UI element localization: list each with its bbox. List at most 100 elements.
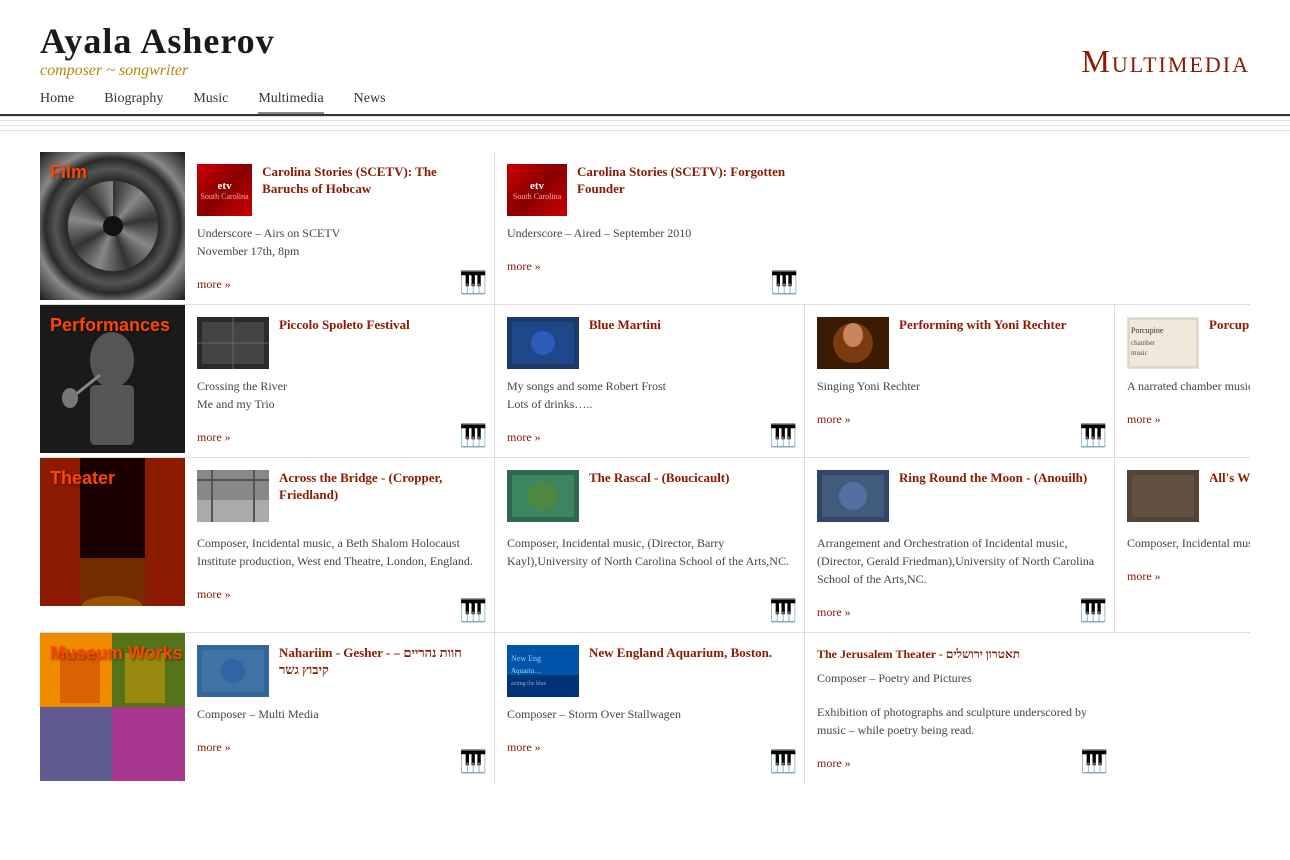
film-cards: etv South Carolina Carolina Stories (SCE… [185,152,1250,304]
card-aquarium: New Eng Aquariu… acting the blue New Eng… [495,633,805,783]
card-body2: November 17th, 8pm [197,242,482,260]
card-more-link[interactable]: more » [507,740,541,754]
card-top: etv South Carolina Carolina Stories (SCE… [507,164,793,216]
film-label: Film [40,152,185,304]
piano-icon: 🎹 [1080,423,1106,449]
svg-text:music: music [1131,349,1148,357]
performances-section: Performances Piccolo Spoleto Festival [40,305,1250,458]
card-body1: Composer, Incidental music. [1127,534,1250,552]
rascal-img [507,470,579,522]
card-title: Ring Round the Moon - (Anouilh) [899,470,1087,526]
card-more-link[interactable]: more » [197,587,231,601]
porcupine-img: Porcupine chamber music [1127,317,1199,369]
card-body1: Underscore – Aired – September 2010 [507,224,793,242]
card-top: Blue Martini [507,317,792,369]
yoni-thumbnail [817,317,889,369]
card-body1: Composer – Storm Over Stallwagen [507,705,792,723]
card-more-link[interactable]: more » [507,259,541,273]
museum-label: Museum Works [40,633,185,783]
performances-label: Performances [40,305,185,457]
card-body2: Me and my Trio [197,395,482,413]
card-top: Ring Round the Moon - (Anouilh) [817,470,1102,526]
nav-biography[interactable]: Biography [104,91,163,112]
piano-icon: 🎹 [1081,749,1107,775]
nah-img [197,645,269,697]
card-body1: A narrated chamber music chamb [1127,377,1250,395]
card-title: New England Aquarium, Boston. [589,645,772,697]
card-body1: Crossing the River [197,377,482,395]
blue-martini-thumbnail [507,317,579,369]
theater-cards: Across the Bridge - (Cropper, Friedland)… [185,458,1250,632]
blue-martini-img [507,317,579,369]
card-title: The Rascal - (Boucicault) [589,470,729,526]
card-top: Piccolo Spoleto Festival [197,317,482,369]
card-body1: Composer – Multi Media [197,705,482,723]
ring-img [817,470,889,522]
nahariim-thumbnail [197,645,269,697]
nav-home[interactable]: Home [40,91,74,112]
svg-text:Porcupine: Porcupine [1131,326,1164,335]
piano-icon: 🎹 [770,749,796,775]
card-jerusalem: The Jerusalem Theater - תאטרון ירושלים C… [805,633,1115,783]
aquarium-thumbnail: New Eng Aquariu… acting the blue [507,645,579,697]
piano-icon: 🎹 [460,598,486,624]
card-top: etv South Carolina Carolina Stories (SCE… [197,164,482,216]
alls-well-thumbnail [1127,470,1199,526]
card-blue-martini: Blue Martini My songs and some Robert Fr… [495,305,805,457]
card-body1: Arrangement and Orchestration of Inciden… [817,534,1102,588]
piano-icon: 🎹 [460,749,486,775]
card-title-inline: The Jerusalem Theater - תאטרון ירושלים [817,645,1103,663]
card-more-link[interactable]: more » [817,605,851,619]
card-title: Across the Bridge - (Cropper, Friedland) [279,470,482,526]
aqua-img: New Eng Aquariu… acting the blue [507,645,579,697]
card-more-link[interactable]: more » [1127,569,1161,583]
card-across-bridge: Across the Bridge - (Cropper, Friedland)… [185,458,495,632]
nav-news[interactable]: News [354,91,386,112]
yoni-img [817,317,889,369]
card-more-link[interactable]: more » [197,277,231,291]
museum-cards: Nahariim - Gesher - חוות נהריים – קיבוץ … [185,633,1250,783]
site-subtitle: composer ~ songwriter [40,62,275,80]
site-branding: Ayala Asherov composer ~ songwriter [40,20,275,80]
card-body1: My songs and some Robert Frost [507,377,792,395]
theater-label: Theater [40,458,185,632]
card-title: Carolina Stories (SCETV): Forgotten Foun… [577,164,793,216]
etv-thumbnail: etv South Carolina [197,164,252,216]
card-carolina-forgotten: etv South Carolina Carolina Stories (SCE… [495,152,805,304]
site-title: Ayala Asherov [40,20,275,62]
card-more-link[interactable]: more » [1127,412,1161,426]
card-rascal: The Rascal - (Boucicault) Composer, Inci… [495,458,805,632]
card-top: Nahariim - Gesher - חוות נהריים – קיבוץ … [197,645,482,697]
piano-icon: 🎹 [1080,598,1106,624]
nav-multimedia[interactable]: Multimedia [258,91,323,114]
card-yoni: Performing with Yoni Rechter Singing Yon… [805,305,1115,457]
svg-text:New Eng: New Eng [511,654,541,663]
nav-music[interactable]: Music [193,91,228,112]
film-reel-center [103,216,123,236]
main-content: Film etv South Carolina Carolina Stories… [0,142,1290,793]
card-more-link[interactable]: more » [507,430,541,444]
theater-section: Theater Across the Bridge - (Cropp [40,458,1250,633]
card-title: Carolina Stories (SCETV): The Baruchs of… [262,164,482,216]
card-body2: Lots of drinks….. [507,395,792,413]
card-title: Blue Martini [589,317,661,369]
page-heading: Multimedia [1081,43,1250,80]
card-more-link[interactable]: more » [817,756,851,770]
card-body2: Exhibition of photographs and sculpture … [817,703,1103,739]
etv-sub-2: South Carolina [513,192,561,201]
main-nav: Home Biography Music Multimedia News [0,90,1290,116]
svg-text:Aquariu…: Aquariu… [511,667,541,675]
alls-well-img [1127,470,1199,522]
etv-logo: etv [218,180,232,192]
film-section-label: Film [50,162,87,183]
rascal-thumbnail [507,470,579,526]
etv-thumbnail-2: etv South Carolina [507,164,567,216]
museum-section-label: Museum Works [50,643,183,664]
card-more-link[interactable]: more » [197,740,231,754]
card-more-link[interactable]: more » [197,430,231,444]
card-piccolo: Piccolo Spoleto Festival Crossing the Ri… [185,305,495,457]
ring-thumbnail [817,470,889,526]
card-carolina-baruchs: etv South Carolina Carolina Stories (SCE… [185,152,495,304]
piano-icon: 🎹 [460,270,486,296]
card-more-link[interactable]: more » [817,412,851,426]
